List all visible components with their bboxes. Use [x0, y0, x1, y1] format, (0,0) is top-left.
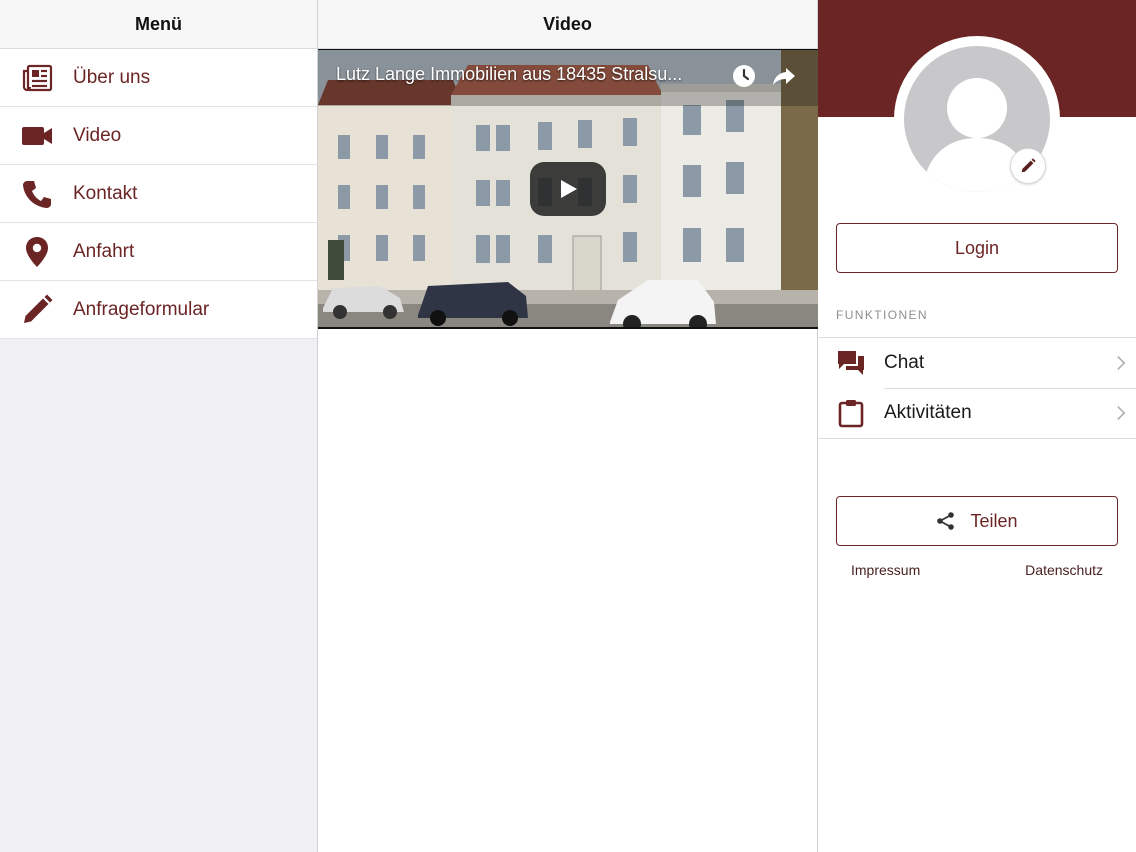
- newspaper-icon: [0, 49, 73, 107]
- footer-links: Impressum Datenschutz: [818, 562, 1136, 582]
- menu-item-anfahrt[interactable]: Anfahrt: [0, 223, 317, 281]
- share-arrow-icon[interactable]: [772, 64, 796, 88]
- function-item-chat[interactable]: Chat: [818, 338, 1136, 388]
- menu-item-video[interactable]: Video: [0, 107, 317, 165]
- chevron-right-icon: [1106, 355, 1136, 371]
- datenschutz-link[interactable]: Datenschutz: [1025, 562, 1103, 578]
- video-title: Video: [318, 0, 817, 49]
- menu-list: Über uns Video Kontakt Anfahrt Anfragefo…: [0, 49, 317, 339]
- login-button[interactable]: Login: [836, 223, 1118, 273]
- menu-item-label: Anfahrt: [73, 240, 135, 262]
- profile-pane: Login FUNKTIONEN Chat Aktivitäten Teilen…: [818, 0, 1136, 852]
- functions-list: Chat Aktivitäten: [818, 337, 1136, 439]
- app-window: Menü Über uns Video Kontakt Anfahrt Anfr…: [0, 0, 1136, 852]
- menu-item-label: Kontakt: [73, 182, 138, 204]
- share-button-label: Teilen: [970, 510, 1018, 531]
- edit-pencil-icon[interactable]: [1010, 148, 1046, 184]
- pencil-icon: [0, 281, 73, 339]
- video-title-text[interactable]: Lutz Lange Immobilien aus 18435 Stralsu.…: [336, 64, 726, 85]
- clipboard-icon: [818, 398, 884, 428]
- menu-item-kontakt[interactable]: Kontakt: [0, 165, 317, 223]
- chat-bubbles-icon: [818, 348, 884, 378]
- video-camera-icon: [0, 107, 73, 165]
- phone-icon: [0, 165, 73, 223]
- location-pin-icon: [0, 223, 73, 281]
- functions-section-label: FUNKTIONEN: [836, 308, 928, 322]
- share-nodes-icon: [937, 512, 955, 530]
- function-item-label: Aktivitäten: [884, 402, 972, 423]
- impressum-link[interactable]: Impressum: [851, 562, 920, 578]
- function-item-aktivitaeten[interactable]: Aktivitäten: [818, 388, 1136, 438]
- play-icon: [561, 180, 577, 198]
- chevron-right-icon: [1106, 405, 1136, 421]
- play-button[interactable]: [530, 162, 606, 216]
- clock-icon[interactable]: [732, 64, 756, 88]
- menu-title: Menü: [0, 0, 317, 49]
- menu-item-label: Anfrageformular: [73, 298, 210, 320]
- video-player[interactable]: Lutz Lange Immobilien aus 18435 Stralsu.…: [318, 49, 818, 329]
- menu-item-anfrageformular[interactable]: Anfrageformular: [0, 281, 317, 339]
- video-pane: Video Lutz Lange Immobilien aus 18435 St…: [318, 0, 818, 852]
- menu-item-label: Video: [73, 124, 122, 146]
- menu-item-label: Über uns: [73, 66, 151, 88]
- menu-item-ueber-uns[interactable]: Über uns: [0, 49, 317, 107]
- function-item-label: Chat: [884, 352, 925, 373]
- menu-pane: Menü Über uns Video Kontakt Anfahrt Anfr…: [0, 0, 318, 852]
- share-button[interactable]: Teilen: [836, 496, 1118, 546]
